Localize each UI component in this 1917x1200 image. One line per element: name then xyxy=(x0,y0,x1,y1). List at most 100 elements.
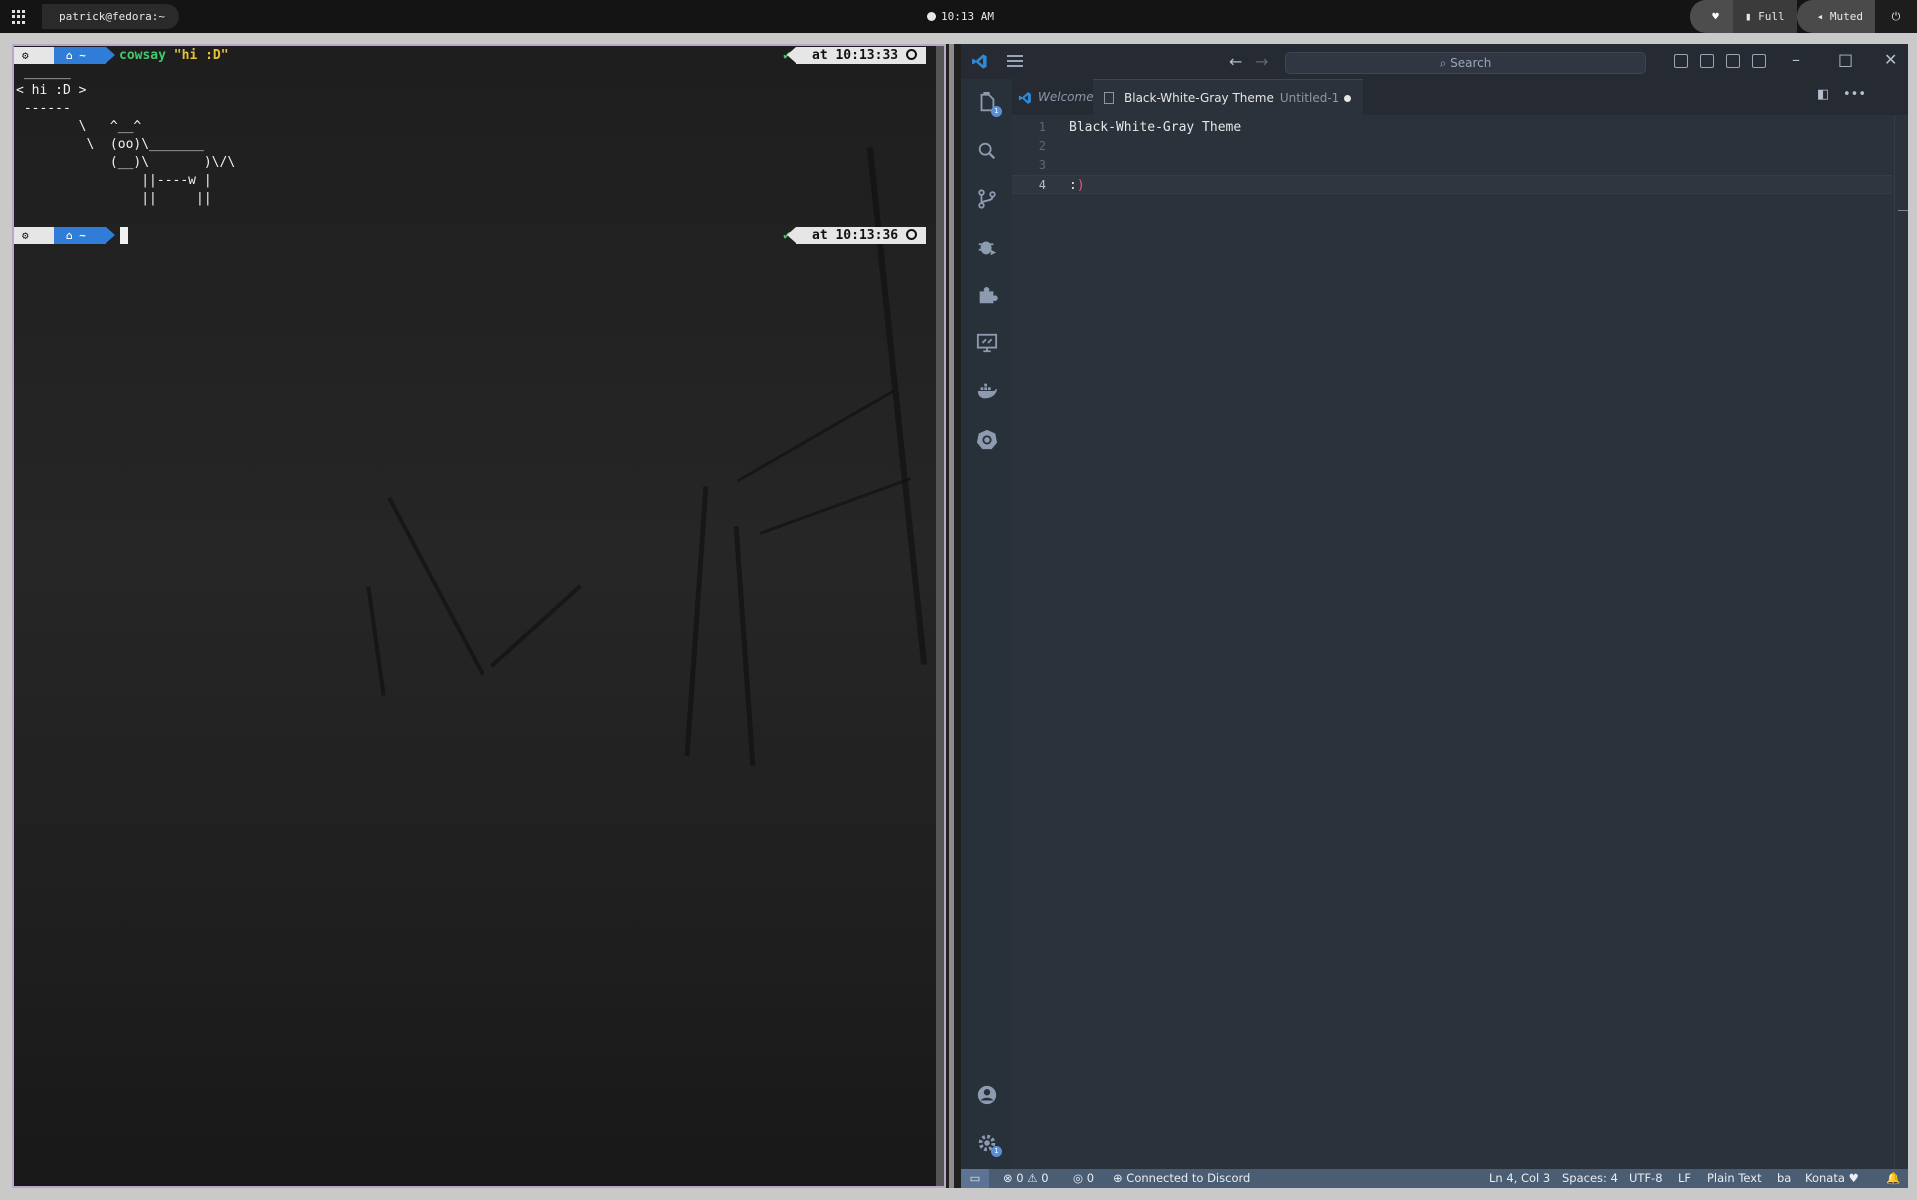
prompt-timestamp: at 10:13:33 xyxy=(787,47,926,64)
maximize-icon[interactable]: □ xyxy=(1838,50,1853,69)
command-arg: "hi :D" xyxy=(173,48,229,63)
prompt-dir-label: ~ xyxy=(79,49,86,62)
toggle-sidebar-icon[interactable] xyxy=(1674,54,1688,68)
window-title[interactable]: patrick@fedora:~ xyxy=(42,4,179,29)
close-icon[interactable]: ✕ xyxy=(1884,50,1897,69)
explorer-icon[interactable]: 1 xyxy=(976,92,1002,117)
language-mode[interactable]: Plain Text xyxy=(1707,1169,1762,1188)
prompt-directory: ⌂ ~ xyxy=(54,227,115,244)
ports-count: 0 xyxy=(1086,1171,1095,1185)
vscode-logo-icon xyxy=(972,54,987,69)
indentation[interactable]: Spaces: 4 xyxy=(1562,1169,1618,1188)
kubernetes-icon[interactable] xyxy=(976,428,998,450)
end-of-line[interactable]: LF xyxy=(1678,1169,1691,1188)
timestamp-label: at 10:13:33 xyxy=(812,48,899,63)
terminal-cursor xyxy=(120,227,128,244)
notifications-bell-icon[interactable]: 🔔 xyxy=(1886,1169,1900,1188)
toggle-secondary-sidebar-icon[interactable] xyxy=(1726,54,1740,68)
editor-line: 2 xyxy=(1012,137,1892,156)
line-text-colon: : xyxy=(1069,178,1077,193)
toggle-panel-icon[interactable] xyxy=(1700,54,1714,68)
prompt-dir-label: ~ xyxy=(79,229,86,242)
timestamp-label: at 10:13:36 xyxy=(812,228,899,243)
tree-branch xyxy=(736,389,895,483)
clock-icon xyxy=(906,229,918,240)
docker-icon[interactable] xyxy=(976,380,998,402)
menu-icon[interactable] xyxy=(1007,55,1023,67)
tab-welcome[interactable]: Welcome xyxy=(1012,79,1105,115)
theme-label: Konata xyxy=(1805,1171,1845,1185)
discord-status[interactable]: ⊕ Connected to Discord xyxy=(1113,1169,1250,1188)
remote-explorer-icon[interactable] xyxy=(976,332,998,354)
status-extra[interactable]: ba xyxy=(1777,1169,1791,1188)
clock-icon xyxy=(906,49,918,60)
terminal-window[interactable]: ⚙ ⌂ ~ cowsay "hi :D" ✔ at 10:13:33 _____… xyxy=(12,44,946,1188)
clock-label: 10:13 AM xyxy=(941,10,994,23)
line-number: 3 xyxy=(1038,158,1046,172)
search-label: Search xyxy=(1450,56,1492,70)
editor-area[interactable]: 1 Black-White-Gray Theme 2 3 4 :) xyxy=(1012,115,1908,1169)
line-text-paren: ) xyxy=(1076,178,1085,193)
theme-status[interactable]: Konata ♥ xyxy=(1805,1169,1859,1188)
activity-bar: 1 1 xyxy=(961,79,1012,1169)
power-icon[interactable]: ⏻ xyxy=(1875,0,1917,33)
ports-indicator[interactable]: ◎ 0 xyxy=(1073,1169,1094,1188)
explorer-badge: 1 xyxy=(991,106,1002,117)
accounts-icon[interactable] xyxy=(976,1084,998,1106)
problems-indicator[interactable]: ⊗ 0 ⚠ 0 xyxy=(1003,1169,1049,1188)
app-grid-icon[interactable] xyxy=(12,10,26,24)
forward-arrow-icon[interactable]: → xyxy=(1255,52,1268,71)
line-text: :) xyxy=(1069,176,1085,195)
tree-branch xyxy=(490,584,582,668)
prompt-timestamp: at 10:13:36 xyxy=(787,227,926,244)
editor-scrollbar[interactable] xyxy=(1894,115,1908,1169)
tree-branch xyxy=(366,586,386,696)
prompt-line: ⚙ ⌂ ~ ✔ at 10:13:36 xyxy=(14,227,936,244)
system-tray: ♥ ▮ Full ◂ Muted ⏻ xyxy=(1690,0,1917,33)
settings-badge: 1 xyxy=(991,1146,1002,1157)
line-number: 1 xyxy=(1038,120,1046,134)
run-debug-icon[interactable] xyxy=(976,236,998,258)
terminal-scrollbar[interactable] xyxy=(936,46,944,1186)
encoding[interactable]: UTF-8 xyxy=(1629,1169,1663,1188)
more-actions-icon[interactable]: ••• xyxy=(1843,87,1866,102)
tab-untitled-1[interactable]: Black-White-Gray Theme Untitled-1 xyxy=(1093,79,1363,115)
customize-layout-icon[interactable] xyxy=(1752,54,1766,68)
editor-current-line: 4 :) xyxy=(1012,175,1892,194)
tab-welcome-label: Welcome xyxy=(1038,90,1094,104)
window-divider xyxy=(946,44,961,1188)
clock-icon xyxy=(927,12,936,21)
os-icon: ⚙ xyxy=(14,227,63,244)
heart-icon[interactable]: ♥ xyxy=(1690,0,1733,33)
clock[interactable]: 10:13 AM xyxy=(927,0,994,33)
volume-label: Muted xyxy=(1829,10,1863,23)
typed-command: cowsay "hi :D" xyxy=(119,47,229,64)
remote-indicator-icon[interactable]: ▭ xyxy=(961,1169,989,1188)
manage-gear-icon[interactable]: 1 xyxy=(976,1132,1002,1157)
errors-count: 0 xyxy=(1016,1171,1024,1185)
top-bar: patrick@fedora:~ 10:13 AM ♥ ▮ Full ◂ Mut… xyxy=(0,0,1917,33)
status-bar: ▭ ⊗ 0 ⚠ 0 ◎ 0 ⊕ Connected to Discord Ln … xyxy=(961,1169,1908,1188)
line-number: 2 xyxy=(1038,139,1046,153)
prompt-directory: ⌂ ~ xyxy=(54,47,115,64)
search-icon[interactable] xyxy=(976,140,998,162)
vscode-titlebar: ← → ⌕ Search – □ ✕ xyxy=(961,44,1908,79)
extensions-icon[interactable] xyxy=(976,284,998,306)
minimize-icon[interactable]: – xyxy=(1792,50,1800,69)
back-arrow-icon[interactable]: ← xyxy=(1229,52,1242,71)
command-center-search[interactable]: ⌕ Search xyxy=(1285,52,1646,74)
unsaved-dot-icon[interactable] xyxy=(1344,95,1351,102)
source-control-icon[interactable] xyxy=(976,188,998,210)
line-number: 4 xyxy=(1038,178,1046,192)
warnings-count: 0 xyxy=(1041,1171,1049,1185)
tree-branch xyxy=(684,486,709,756)
tab-label: Black-White-Gray Theme xyxy=(1124,91,1274,105)
volume-button[interactable]: ◂ Muted xyxy=(1796,0,1875,33)
split-editor-icon[interactable]: ◧ xyxy=(1817,87,1829,102)
cursor-position[interactable]: Ln 4, Col 3 xyxy=(1489,1169,1550,1188)
prompt-line: ⚙ ⌂ ~ cowsay "hi :D" ✔ at 10:13:33 xyxy=(14,47,936,64)
command-name: cowsay xyxy=(119,48,166,63)
editor-tabs: Welcome Black-White-Gray Theme Untitled-1… xyxy=(1012,79,1908,115)
file-icon xyxy=(1104,92,1114,104)
power-profile-button[interactable]: ▮ Full xyxy=(1732,0,1797,33)
